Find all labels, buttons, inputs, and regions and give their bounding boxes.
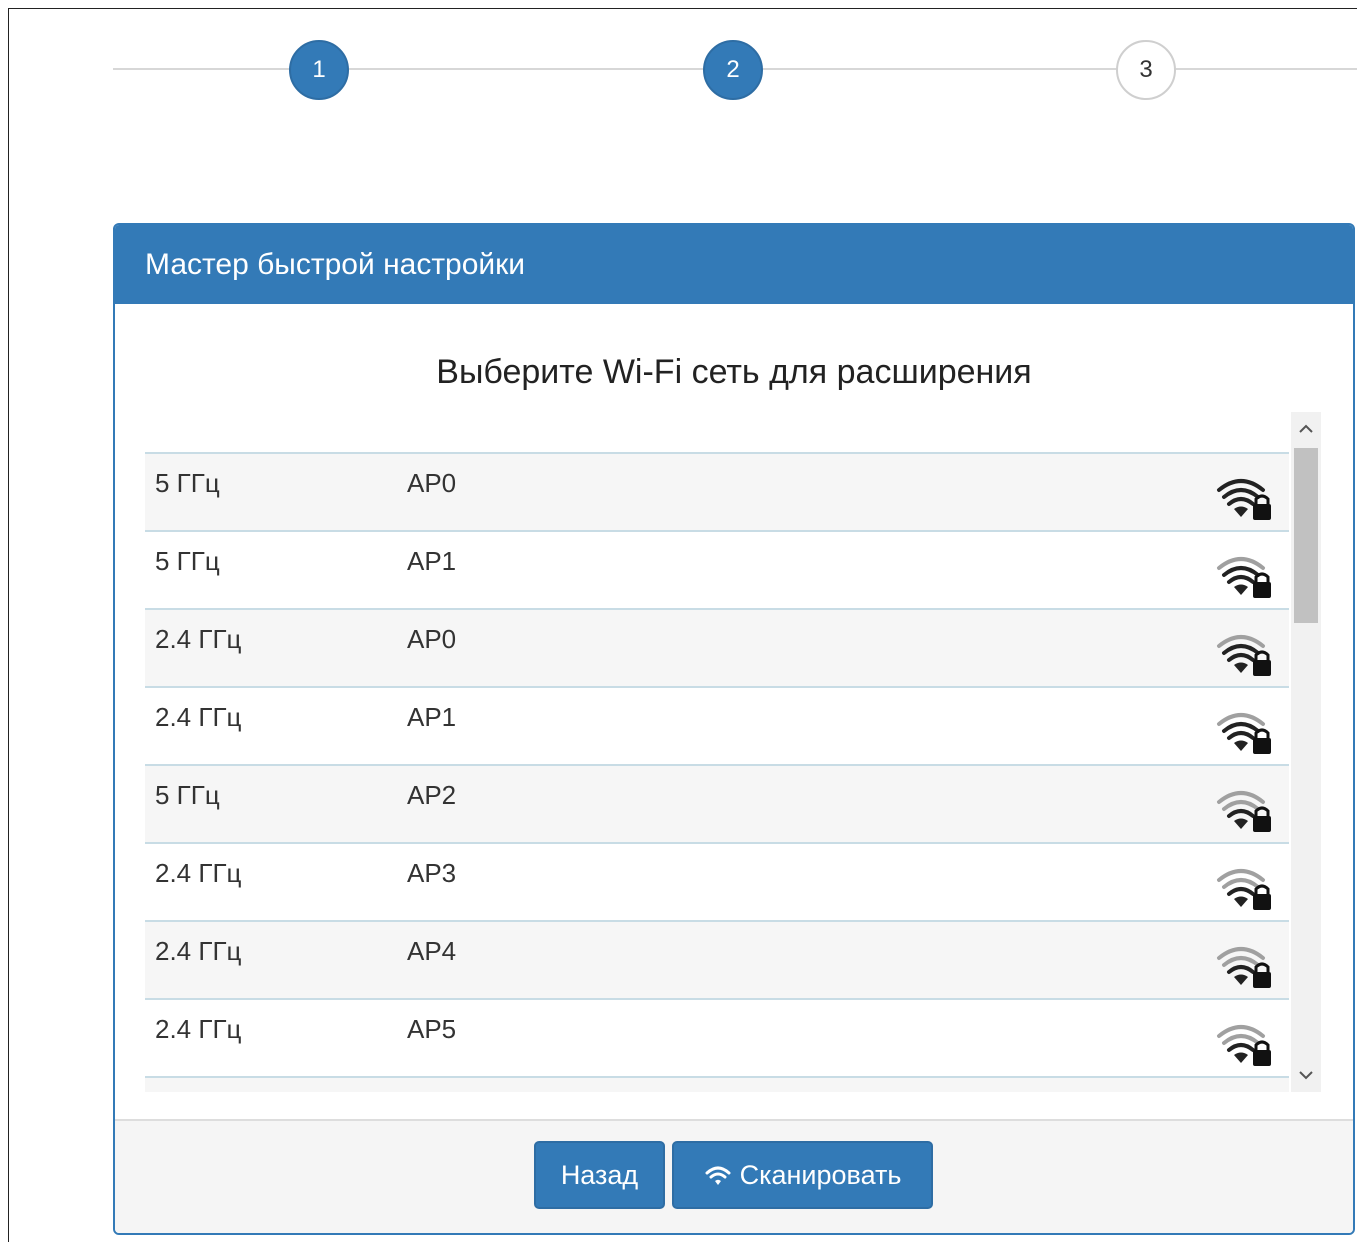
network-band: 2.4 ГГц xyxy=(155,936,242,966)
network-band: 5 ГГц xyxy=(155,546,220,576)
step-1: 1 xyxy=(289,40,349,100)
network-row[interactable]: 5 ГГц AP0 xyxy=(145,452,1289,530)
network-band: 2.4 ГГц xyxy=(155,858,242,888)
panel-footer: Назад Сканировать xyxy=(115,1119,1353,1233)
wifi-lock-icon xyxy=(1215,864,1275,914)
network-ssid: AP3 xyxy=(407,858,457,888)
network-band: 2.4 ГГц xyxy=(155,1014,242,1044)
network-list: 5 ГГц AP0 5 ГГц AP1 2.4 ГГц AP0 2.4 ГГц AP1 5 ГГ… xyxy=(145,452,1289,1092)
chevron-down-icon xyxy=(1299,1071,1313,1080)
chevron-up-icon xyxy=(1299,424,1313,433)
network-ssid: AP5 xyxy=(407,1014,457,1044)
step-1-label: 1 xyxy=(312,56,326,83)
network-ssid: AP0 xyxy=(407,468,457,498)
network-ssid: AP0 xyxy=(407,624,457,654)
list-title: Выберите Wi-Fi сеть для расширения xyxy=(436,353,1032,391)
step-3-label: 3 xyxy=(1139,56,1153,83)
back-button-label: Назад xyxy=(560,1159,639,1190)
network-row[interactable]: 2.4 ГГц AP0 xyxy=(145,608,1289,686)
wifi-icon xyxy=(705,1166,731,1185)
network-band: 2.4 ГГц xyxy=(155,624,242,654)
step-2: 2 xyxy=(703,40,763,100)
step-3: 3 xyxy=(1116,40,1176,100)
network-band: 5 ГГц xyxy=(155,780,220,810)
scrollbar[interactable] xyxy=(1291,412,1321,1092)
quick-setup-panel: Мастер быстрой настройки Выберите Wi-Fi … xyxy=(113,223,1355,1235)
network-row[interactable]: 2.4 ГГц AP4 xyxy=(145,920,1289,998)
wifi-lock-icon xyxy=(1215,786,1275,836)
network-list-container[interactable]: 5 ГГц AP0 5 ГГц AP1 2.4 ГГц AP0 2.4 ГГц AP1 5 ГГ… xyxy=(145,412,1321,1092)
scroll-up-button[interactable] xyxy=(1291,412,1321,446)
network-ssid: AP4 xyxy=(407,936,457,966)
step-2-label: 2 xyxy=(726,56,740,83)
wifi-lock-icon xyxy=(1215,474,1275,524)
scan-button-label: Сканировать xyxy=(739,1159,902,1190)
network-band: 5 ГГц xyxy=(155,468,220,498)
wifi-lock-icon xyxy=(1215,942,1275,992)
network-row[interactable]: 5 ГГц AP1 xyxy=(145,530,1289,608)
wifi-lock-icon xyxy=(1215,552,1275,602)
panel-title: Мастер быстрой настройки xyxy=(145,247,526,281)
wifi-lock-icon xyxy=(1215,630,1275,680)
back-button[interactable]: Назад xyxy=(534,1141,665,1209)
network-ssid: AP2 xyxy=(407,780,457,810)
network-band: 2.4 ГГц xyxy=(155,702,242,732)
network-ssid: AP1 xyxy=(407,546,457,576)
scan-button[interactable]: Сканировать xyxy=(672,1141,933,1209)
network-row[interactable]: 2.4 ГГц AP5 xyxy=(145,998,1289,1076)
wifi-lock-icon xyxy=(1215,708,1275,758)
network-row[interactable]: 5 ГГц AP2 xyxy=(145,764,1289,842)
panel-heading: Мастер быстрой настройки xyxy=(115,225,1353,304)
network-row[interactable]: 2.4 ГГц AP3 xyxy=(145,842,1289,920)
network-ssid: AP1 xyxy=(407,702,457,732)
wifi-lock-icon xyxy=(1215,1020,1275,1070)
network-row[interactable]: 2.4 ГГц AP1 xyxy=(145,686,1289,764)
scroll-thumb[interactable] xyxy=(1294,448,1318,623)
scroll-down-button[interactable] xyxy=(1291,1058,1321,1092)
network-row-partial xyxy=(145,1076,1289,1092)
